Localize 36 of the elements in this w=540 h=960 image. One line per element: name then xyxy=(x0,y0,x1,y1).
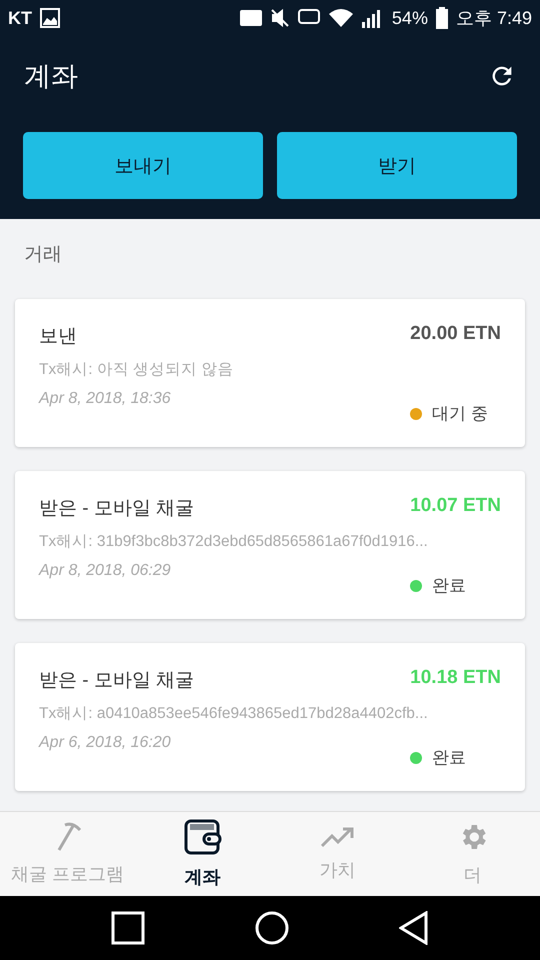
transaction-title: 받은 - 모바일 채굴 xyxy=(39,669,196,693)
wallet-icon xyxy=(184,819,222,855)
status-label: 완료 xyxy=(432,747,466,769)
image-icon xyxy=(40,8,60,28)
home-icon[interactable] xyxy=(255,911,289,945)
trend-up-icon xyxy=(320,826,354,848)
page-title: 계좌 xyxy=(24,60,78,93)
pickaxe-icon xyxy=(54,822,80,852)
transaction-amount: 20.00 ETN xyxy=(410,323,501,346)
carrier-name: KT xyxy=(8,8,32,28)
transaction-amount: 10.18 ETN xyxy=(410,667,501,690)
recents-icon[interactable] xyxy=(111,911,145,945)
transaction-amount: 10.07 ETN xyxy=(410,495,501,518)
section-title: 거래 xyxy=(24,243,63,267)
nav-tab[interactable]: 계좌 xyxy=(135,812,270,896)
status-label: 완료 xyxy=(432,575,466,597)
transaction-date: Apr 8, 2018, 18:36 xyxy=(39,390,172,409)
transaction-date: Apr 8, 2018, 06:29 xyxy=(39,562,172,581)
transaction-card[interactable]: 보낸 20.00 ETN Tx해시: 아직 생성되지 않음 Apr 8, 2018, 18:36 대기 중 xyxy=(15,299,525,447)
transaction-hash: Tx해시: a0410a853ee546fe943865ed17bd28a4402cfb... xyxy=(39,704,429,724)
transaction-card[interactable]: 받은 - 모바일 채굴 10.18 ETN Tx해시: a0410a853ee546fe943865ed17bd28a4402cfb... Apr 6, 2018, 16:20 완료 xyxy=(15,643,525,791)
mute-icon xyxy=(270,8,290,28)
transaction-date: Apr 6, 2018, 16:20 xyxy=(39,734,172,753)
transaction-title: 보낸 xyxy=(39,325,78,349)
transaction-card[interactable]: 받은 - 모바일 채굴 10.07 ETN Tx해시: 31b9f3bc8b372d3ebd65d8565861a67f0d1916... Apr 8, 2018, 06:29 완료 xyxy=(15,471,525,619)
action-button[interactable]: 받기 xyxy=(277,132,517,199)
back-icon[interactable] xyxy=(399,911,429,945)
clock: 오후 7:49 xyxy=(456,7,532,30)
transaction-hash: Tx해시: 31b9f3bc8b372d3ebd65d8565861a67f0d1916... xyxy=(39,532,429,552)
wifi-icon xyxy=(328,8,354,28)
action-button[interactable]: 보내기 xyxy=(23,132,263,199)
battery-percent: 54% xyxy=(392,8,428,28)
battery-icon xyxy=(436,7,448,29)
transaction-title: 받은 - 모바일 채굴 xyxy=(39,497,196,521)
status-label: 대기 중 xyxy=(432,403,488,425)
transaction-hash: Tx해시: 아직 생성되지 않음 xyxy=(39,360,234,380)
